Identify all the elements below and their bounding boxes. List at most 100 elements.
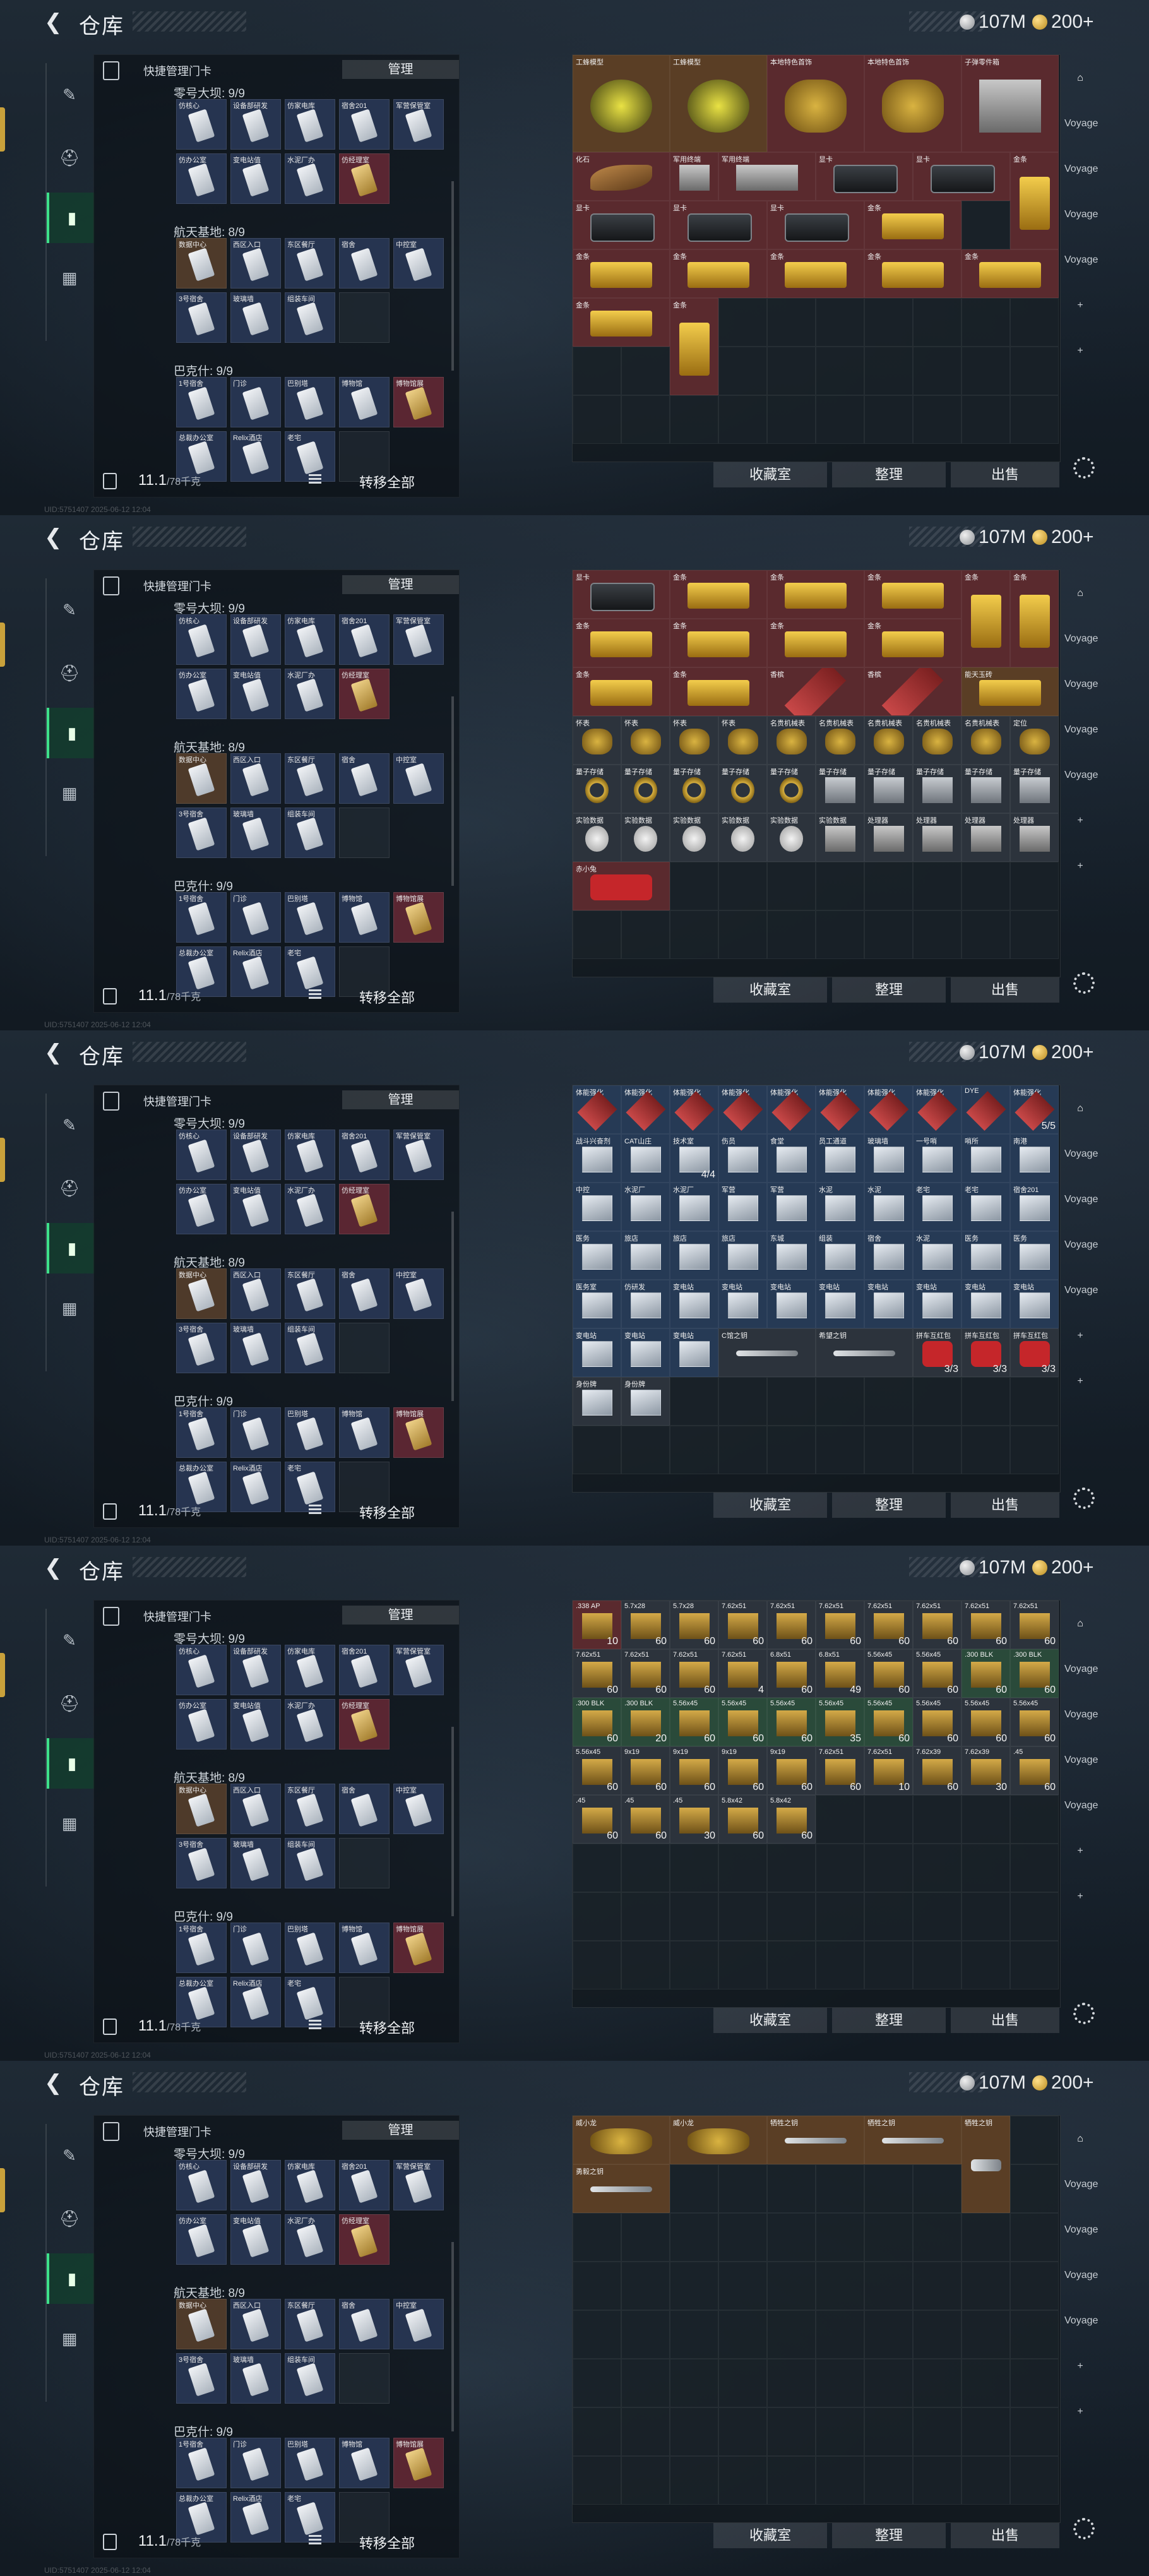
inventory-item[interactable]: 牺牲之钥 [961,2116,1010,2213]
keycard-slot[interactable]: 仿家电库 [285,99,335,150]
inventory-item[interactable]: 9x19 60 [670,1746,718,1795]
keycard-slot[interactable]: 门诊 [230,2438,281,2488]
keycard-slot[interactable]: 中控室 [393,753,444,804]
empty-slot[interactable] [961,201,1010,249]
inventory-item[interactable]: 玻璃墙 [864,1134,913,1183]
inventory-item[interactable]: 处理器 [864,813,913,862]
inventory-item[interactable]: 牺牲之钥 [864,2116,961,2164]
inventory-item[interactable]: 5.56x45 60 [670,1698,718,1746]
inventory-item[interactable]: 7.62x51 10 [864,1746,913,1795]
keycard-tab-icon[interactable]: ▮ [47,2253,95,2304]
inventory-item[interactable]: 处理器 [913,813,961,862]
empty-slot[interactable] [961,1844,1010,1892]
empty-slot[interactable] [913,1426,961,1474]
storage-tab[interactable]: ⌂ [1064,1606,1096,1642]
keycard-slot[interactable]: 西区入口 [230,1784,281,1834]
keycard-slot[interactable]: 变电站值 [230,153,281,204]
keycard-slot[interactable]: 水泥厂办 [285,669,335,719]
inventory-item[interactable]: 实验数据 [573,813,621,862]
inventory-item[interactable]: 名贵机械表 [913,716,961,765]
inventory-item[interactable]: 身份牌 [573,1377,621,1426]
inventory-item[interactable]: 实验数据 [670,813,718,862]
keycard-slot[interactable]: 水泥厂办 [285,1184,335,1234]
keycard-slot[interactable]: 巴别塔 [285,1923,335,1973]
empty-slot[interactable] [961,1426,1010,1474]
empty-slot[interactable] [1010,1377,1059,1426]
inventory-item[interactable]: 威小龙 [573,2116,670,2164]
inventory-item[interactable]: 量子存储 [1010,765,1059,813]
empty-slot[interactable] [961,298,1010,347]
back-icon[interactable]: ❮ [44,2072,66,2094]
armor-tab-icon[interactable]: ⛑ [47,1678,92,1729]
keycard-slot[interactable]: 巴别塔 [285,2438,335,2488]
empty-slot[interactable] [767,1941,816,1989]
empty-slot[interactable] [816,1941,864,1989]
keycard-slot[interactable]: 设备部研发 [230,99,281,150]
scrollbar[interactable] [451,181,454,371]
inventory-item[interactable]: 5.7x28 60 [670,1601,718,1649]
inventory-item[interactable]: 量子存储 [718,765,767,813]
scrollbar[interactable] [451,1727,454,1916]
inventory-item[interactable]: 怀表 [718,716,767,765]
storage-tab[interactable]: Voyage [1064,621,1098,657]
keycard-slot[interactable]: 博物馆 [339,2438,390,2488]
inventory-item[interactable]: 员工通道 [816,1134,864,1183]
empty-slot[interactable] [864,1941,913,1989]
keycard-slot[interactable]: 仿经理室 [339,1699,390,1750]
empty-slot[interactable] [621,1941,670,1989]
inventory-item[interactable]: 军营 [718,1183,767,1231]
inventory-item[interactable]: 水泥厂 [621,1183,670,1231]
inventory-item[interactable]: 水泥 [816,1183,864,1231]
inventory-item[interactable]: 金条 [864,619,961,667]
inventory-item[interactable]: 量子存储 [767,765,816,813]
keycard-slot[interactable]: 设备部研发 [230,614,281,665]
storage-tab[interactable]: + [1064,333,1096,369]
inventory-item[interactable]: 实验数据 [621,813,670,862]
list-icon[interactable] [309,2020,321,2030]
empty-slot[interactable] [864,2359,913,2407]
storage-tab[interactable]: ⌂ [1064,2121,1096,2157]
inventory-item[interactable]: 金条 [670,619,767,667]
empty-slot[interactable] [1010,2262,1059,2310]
empty-slot[interactable] [1010,2116,1059,2164]
gold-currency[interactable]: 200+ [1032,1042,1094,1063]
inventory-item[interactable]: .300 BLK 20 [621,1698,670,1746]
inventory-item[interactable]: 7.62x51 60 [913,1601,961,1649]
transfer-all-button[interactable]: 转移全部 [359,987,415,1007]
inventory-item[interactable]: 处理器 [1010,813,1059,862]
inventory-item[interactable]: 7.62x51 60 [621,1649,670,1698]
empty-slot[interactable] [864,2213,913,2262]
transfer-all-button[interactable]: 转移全部 [359,1502,415,1522]
transfer-all-button[interactable]: 转移全部 [359,2017,415,2037]
empty-slot[interactable] [961,347,1010,395]
back-icon[interactable]: ❮ [44,11,66,33]
keycard-slot[interactable]: 仿办公室 [176,669,227,719]
inventory-item[interactable]: 7.62x51 60 [864,1601,913,1649]
empty-slot[interactable] [767,2164,816,2213]
inventory-item[interactable]: 5.56x45 60 [864,1698,913,1746]
empty-slot[interactable] [961,910,1010,959]
empty-slot[interactable] [1010,395,1059,444]
empty-slot[interactable] [864,910,913,959]
empty-slot[interactable] [670,2164,718,2213]
collection-room-button[interactable]: 收藏室 [713,2523,827,2548]
empty-slot[interactable] [961,1377,1010,1426]
empty-slot[interactable] [573,2407,621,2456]
inventory-item[interactable]: 5.56x45 35 [816,1698,864,1746]
empty-slot[interactable] [1010,1426,1059,1474]
inventory-item[interactable]: 名贵机械表 [961,716,1010,765]
empty-slot[interactable] [913,1795,961,1844]
list-icon[interactable] [309,474,321,484]
weapon-tab-icon[interactable]: ✎ [47,2130,92,2181]
inventory-item[interactable]: 金条 [767,570,864,619]
empty-slot[interactable] [864,1892,913,1941]
storage-tab[interactable]: Voyage [1064,1788,1098,1823]
inventory-item[interactable]: 名贵机械表 [864,716,913,765]
keycard-slot[interactable]: 仿办公室 [176,1699,227,1750]
settings-gear-icon[interactable] [1073,2518,1095,2539]
empty-slot[interactable] [718,298,767,347]
keycard-slot[interactable]: 军营保管室 [393,614,444,665]
keycard-tab-icon[interactable]: ▮ [47,1223,95,1273]
empty-slot[interactable] [573,395,621,444]
inventory-item[interactable]: 怀表 [670,716,718,765]
